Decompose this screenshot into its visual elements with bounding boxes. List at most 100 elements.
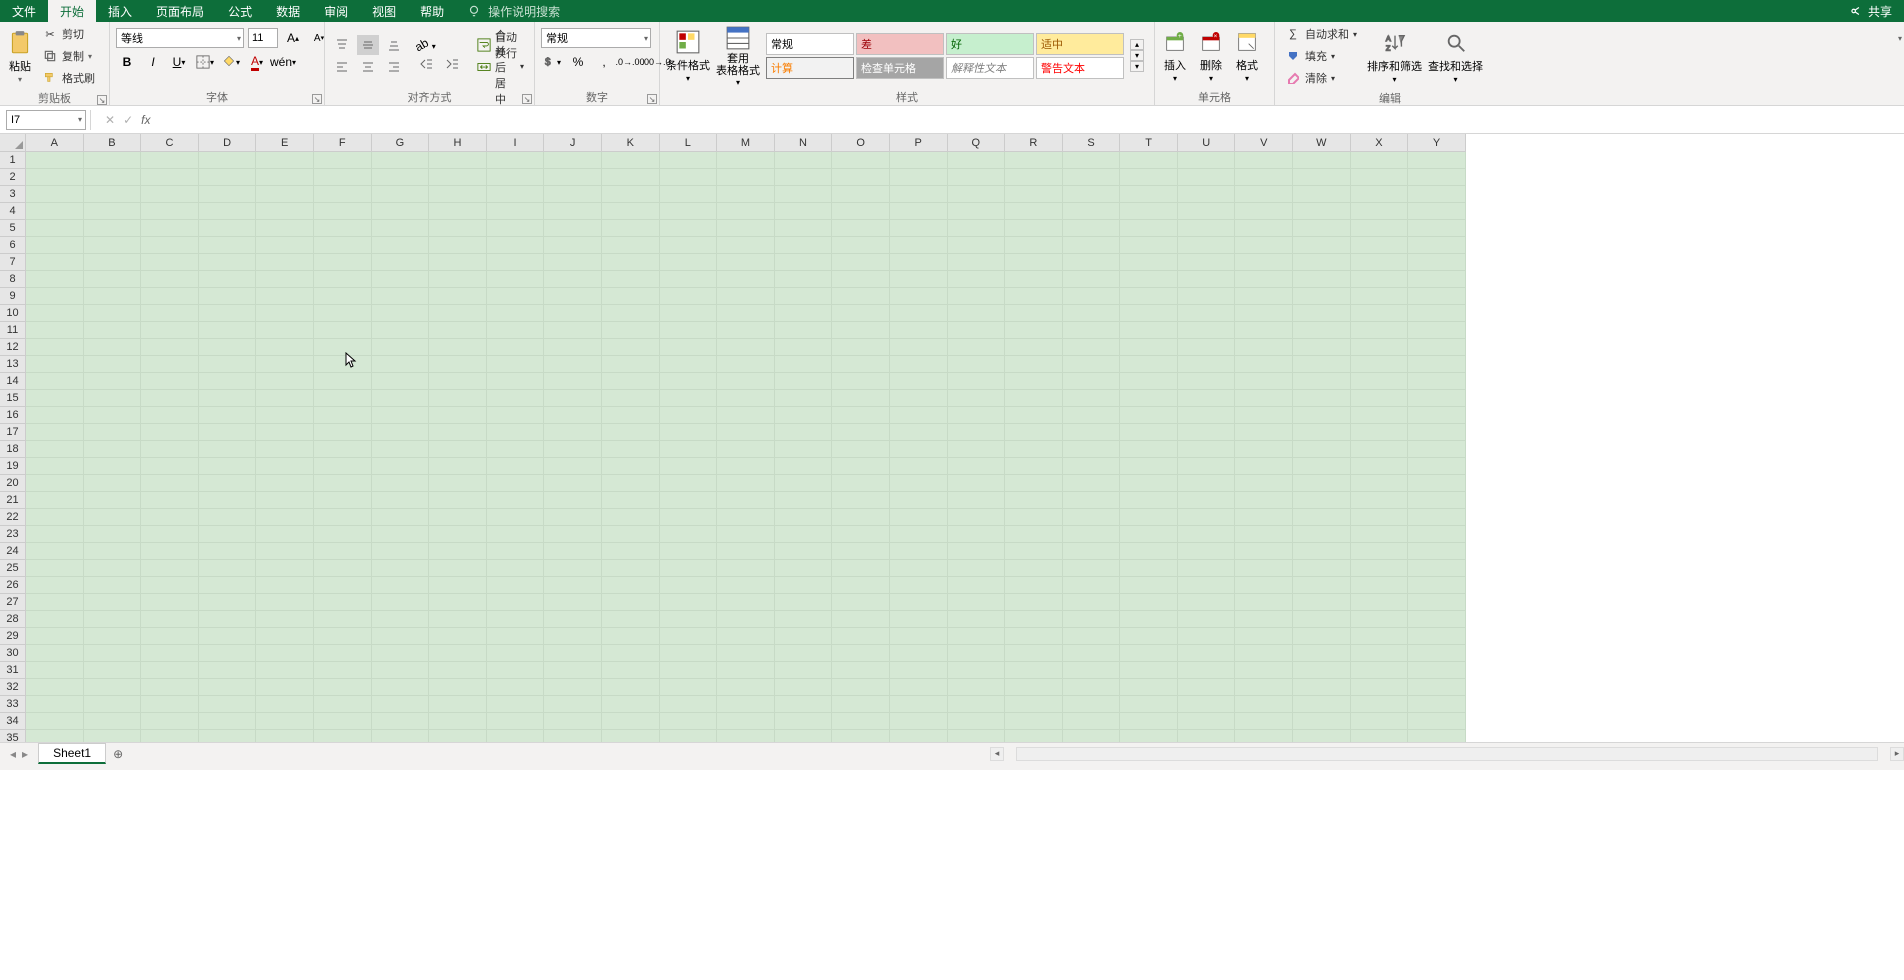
- cell[interactable]: [1235, 645, 1293, 662]
- cell[interactable]: [26, 271, 84, 288]
- cell[interactable]: [602, 203, 660, 220]
- cell[interactable]: [372, 305, 430, 322]
- cell[interactable]: [948, 628, 1006, 645]
- cell[interactable]: [1351, 220, 1409, 237]
- cell[interactable]: [948, 560, 1006, 577]
- cell[interactable]: [199, 169, 257, 186]
- cell[interactable]: [372, 339, 430, 356]
- cell[interactable]: [84, 509, 142, 526]
- cell[interactable]: [199, 186, 257, 203]
- cell[interactable]: [84, 696, 142, 713]
- cell[interactable]: [1235, 373, 1293, 390]
- cell[interactable]: [1005, 237, 1063, 254]
- row-header[interactable]: 2: [0, 169, 26, 186]
- clear-button[interactable]: 清除 ▾: [1281, 68, 1361, 88]
- column-header[interactable]: J: [544, 134, 602, 152]
- cell[interactable]: [1063, 322, 1121, 339]
- cell[interactable]: [314, 169, 372, 186]
- cell[interactable]: [1408, 305, 1466, 322]
- cell[interactable]: [775, 271, 833, 288]
- cell[interactable]: [199, 237, 257, 254]
- cell[interactable]: [256, 441, 314, 458]
- cell[interactable]: [314, 492, 372, 509]
- cell[interactable]: [948, 152, 1006, 169]
- tab-review[interactable]: 审阅: [312, 0, 360, 22]
- orientation-button[interactable]: ab ▾: [415, 38, 463, 52]
- cell[interactable]: [1063, 407, 1121, 424]
- cell[interactable]: [948, 441, 1006, 458]
- cell[interactable]: [26, 186, 84, 203]
- share-button[interactable]: 共享: [1836, 0, 1904, 22]
- row-header[interactable]: 7: [0, 254, 26, 271]
- cell[interactable]: [372, 577, 430, 594]
- cell[interactable]: [602, 152, 660, 169]
- cell[interactable]: [1063, 509, 1121, 526]
- cell[interactable]: [1351, 730, 1409, 742]
- cell[interactable]: [1005, 611, 1063, 628]
- cell[interactable]: [1120, 390, 1178, 407]
- cell[interactable]: [1351, 713, 1409, 730]
- cell[interactable]: [602, 441, 660, 458]
- cell[interactable]: [1120, 475, 1178, 492]
- cell[interactable]: [1178, 696, 1236, 713]
- cell[interactable]: [775, 390, 833, 407]
- cell[interactable]: [1408, 390, 1466, 407]
- cell[interactable]: [832, 577, 890, 594]
- cell[interactable]: [890, 322, 948, 339]
- cell[interactable]: [1120, 203, 1178, 220]
- paste-button[interactable]: 粘贴 ▾: [6, 29, 34, 84]
- cell[interactable]: [1063, 203, 1121, 220]
- cell[interactable]: [832, 611, 890, 628]
- cell[interactable]: [1120, 407, 1178, 424]
- cell[interactable]: [1120, 594, 1178, 611]
- cell[interactable]: [1293, 475, 1351, 492]
- cell[interactable]: [256, 475, 314, 492]
- cell[interactable]: [1235, 322, 1293, 339]
- cell[interactable]: [948, 645, 1006, 662]
- cell[interactable]: [314, 594, 372, 611]
- cut-button[interactable]: ✂ 剪切: [38, 24, 99, 44]
- cell[interactable]: [890, 594, 948, 611]
- cell[interactable]: [1293, 237, 1351, 254]
- cell[interactable]: [1293, 713, 1351, 730]
- cell[interactable]: [832, 628, 890, 645]
- cell[interactable]: [717, 492, 775, 509]
- cell[interactable]: [1005, 475, 1063, 492]
- cell[interactable]: [1235, 594, 1293, 611]
- cell[interactable]: [660, 237, 718, 254]
- cell[interactable]: [1063, 611, 1121, 628]
- cell[interactable]: [1351, 628, 1409, 645]
- style-calculation[interactable]: 计算: [766, 57, 854, 79]
- cell[interactable]: [372, 492, 430, 509]
- cell[interactable]: [429, 679, 487, 696]
- row-header[interactable]: 14: [0, 373, 26, 390]
- formula-input[interactable]: [164, 110, 1904, 130]
- increase-font-button[interactable]: A▴: [282, 28, 304, 48]
- cell[interactable]: [487, 305, 545, 322]
- cell[interactable]: [372, 373, 430, 390]
- cell[interactable]: [1178, 594, 1236, 611]
- cell[interactable]: [1235, 203, 1293, 220]
- cell[interactable]: [660, 186, 718, 203]
- cell[interactable]: [1351, 577, 1409, 594]
- cell[interactable]: [256, 560, 314, 577]
- cell[interactable]: [1293, 220, 1351, 237]
- cell[interactable]: [948, 288, 1006, 305]
- cell[interactable]: [1120, 288, 1178, 305]
- column-header[interactable]: G: [372, 134, 430, 152]
- row-header[interactable]: 33: [0, 696, 26, 713]
- cell[interactable]: [487, 288, 545, 305]
- cell[interactable]: [948, 594, 1006, 611]
- cell[interactable]: [1408, 560, 1466, 577]
- cell[interactable]: [1063, 288, 1121, 305]
- cell[interactable]: [26, 628, 84, 645]
- cell[interactable]: [602, 594, 660, 611]
- cell[interactable]: [1408, 339, 1466, 356]
- cell[interactable]: [1235, 662, 1293, 679]
- cell[interactable]: [26, 611, 84, 628]
- cell[interactable]: [1235, 560, 1293, 577]
- cell[interactable]: [544, 458, 602, 475]
- cell[interactable]: [141, 356, 199, 373]
- cell[interactable]: [256, 407, 314, 424]
- cell[interactable]: [429, 543, 487, 560]
